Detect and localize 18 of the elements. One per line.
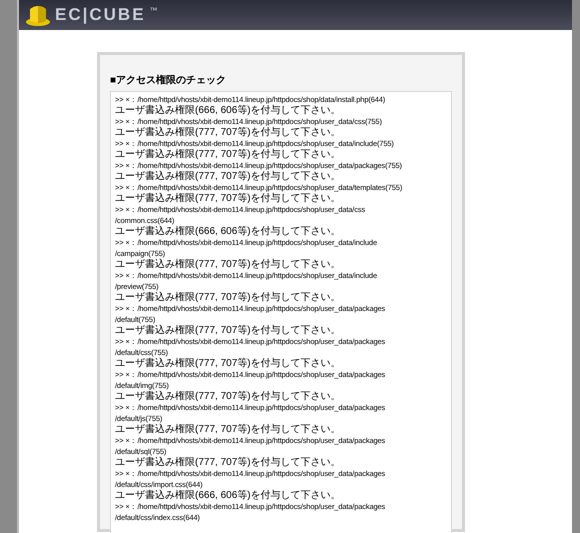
permission-message: ユーザ書込み権限(777, 707等)を付与して下さい。 (115, 259, 342, 270)
permission-message: ユーザ書込み権限(777, 707等)を付与して下さい。 (115, 149, 342, 160)
permission-message: ユーザ書込み権限(777, 707等)を付与して下さい。 (115, 127, 342, 138)
permission-message: ユーザ書込み権限(777, 707等)を付与して下さい。 (115, 171, 342, 182)
permission-message: ユーザ書込み権限(777, 707等)を付与して下さい。 (115, 325, 342, 336)
permission-message: ユーザ書込み権限(777, 707等)を付与して下さい。 (115, 193, 342, 204)
permission-message: ユーザ書込み権限(777, 707等)を付与して下さい。 (115, 358, 342, 369)
section-title: ■アクセス権限のチェック (110, 75, 228, 87)
permission-message: ユーザ書込み権限(777, 707等)を付与して下さい。 (115, 391, 342, 402)
permission-message: ユーザ書込み権限(777, 707等)を付与して下さい。 (115, 292, 342, 303)
permission-message: ユーザ書込み権限(777, 707等)を付与して下さい。 (115, 424, 342, 435)
permission-message: ユーザ書込み権限(666, 606等)を付与して下さい。 (115, 226, 342, 237)
permission-message: ユーザ書込み権限(666, 606等)を付与して下さい。 (115, 105, 342, 116)
trademark-text: ™ (150, 6, 158, 15)
logo-text: EC|CUBE (55, 5, 146, 25)
hat-icon (25, 3, 51, 27)
permission-message: ユーザ書込み権限(666, 606等)を付与して下さい。 (115, 490, 342, 501)
permission-message: ユーザ書込み権限(777, 707等)を付与して下さい。 (115, 457, 342, 468)
